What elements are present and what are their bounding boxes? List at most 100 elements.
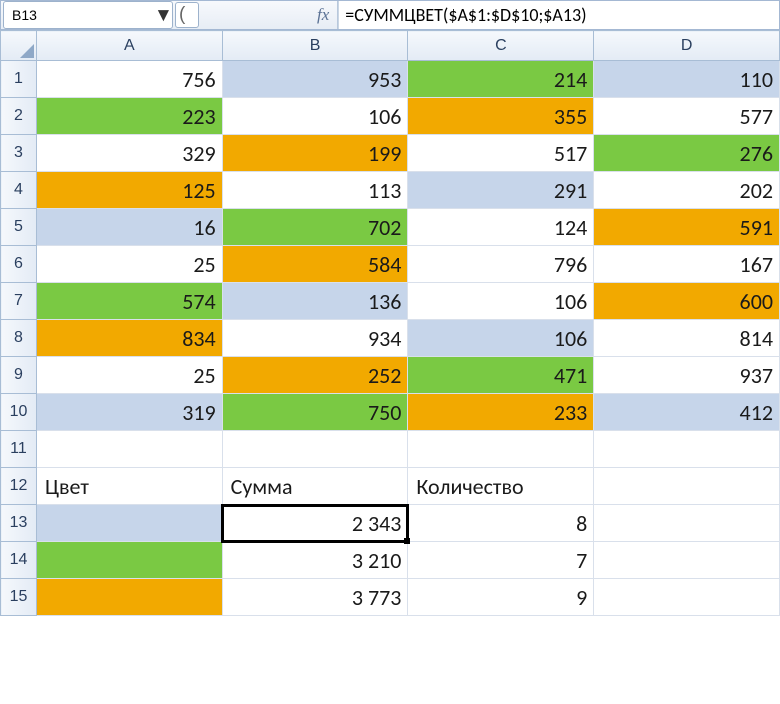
cell[interactable]: 106 (408, 320, 594, 357)
cell[interactable]: 199 (222, 135, 408, 172)
cell[interactable]: 3 773 (222, 579, 408, 616)
cell[interactable]: 214 (408, 61, 594, 98)
cell[interactable]: Количество (408, 468, 594, 505)
table-row: 12ЦветСуммаКоличество (1, 468, 780, 505)
cell[interactable]: 167 (594, 246, 780, 283)
cell[interactable]: 136 (222, 283, 408, 320)
table-row: 2223106355577 (1, 98, 780, 135)
cell[interactable] (36, 431, 222, 468)
cell[interactable]: 25 (36, 246, 222, 283)
row-header[interactable]: 6 (1, 246, 37, 283)
column-header[interactable]: B (222, 31, 408, 61)
formula-text: =СУММЦВЕТ($A$1:$D$10;$A13) (345, 4, 586, 26)
cell[interactable]: 584 (222, 246, 408, 283)
cell[interactable]: 796 (408, 246, 594, 283)
table-row: 1756953214110 (1, 61, 780, 98)
cell[interactable] (594, 468, 780, 505)
table-row: 10319750233412 (1, 394, 780, 431)
cell[interactable]: Цвет (36, 468, 222, 505)
row-header[interactable]: 7 (1, 283, 37, 320)
cell[interactable]: 125 (36, 172, 222, 209)
table-row: 3329199517276 (1, 135, 780, 172)
row-header[interactable]: 12 (1, 468, 37, 505)
cell[interactable]: 202 (594, 172, 780, 209)
row-header[interactable]: 9 (1, 357, 37, 394)
name-box[interactable]: B13 ▼ (3, 1, 173, 29)
cell[interactable]: 750 (222, 394, 408, 431)
column-header[interactable]: A (36, 31, 222, 61)
cell[interactable]: 2 343 (222, 505, 408, 542)
table-row: 15 3 7739 (1, 579, 780, 616)
cell[interactable]: 756 (36, 61, 222, 98)
cell[interactable]: 937 (594, 357, 780, 394)
row-header[interactable]: 8 (1, 320, 37, 357)
chevron-down-icon[interactable]: ▼ (154, 4, 172, 27)
expand-formula-icon[interactable]: ( (175, 2, 199, 28)
cell[interactable]: 106 (408, 283, 594, 320)
cell[interactable]: 16 (36, 209, 222, 246)
cell[interactable]: 834 (36, 320, 222, 357)
cell[interactable]: 252 (222, 357, 408, 394)
cell[interactable]: 577 (594, 98, 780, 135)
cell[interactable]: 574 (36, 283, 222, 320)
spreadsheet-grid[interactable]: ABCD 17569532141102223106355577332919951… (0, 30, 780, 616)
cell[interactable]: 124 (408, 209, 594, 246)
fx-icon[interactable]: fx (309, 1, 338, 29)
cell[interactable]: 412 (594, 394, 780, 431)
cell[interactable]: 329 (36, 135, 222, 172)
cell[interactable] (222, 431, 408, 468)
table-row: 4125113291202 (1, 172, 780, 209)
row-header[interactable]: 13 (1, 505, 37, 542)
cell[interactable]: 8 (408, 505, 594, 542)
cell[interactable]: 934 (222, 320, 408, 357)
table-row: 11 (1, 431, 780, 468)
cell[interactable] (36, 579, 222, 616)
row-header[interactable]: 5 (1, 209, 37, 246)
cell[interactable] (594, 579, 780, 616)
cell[interactable]: 110 (594, 61, 780, 98)
row-header[interactable]: 10 (1, 394, 37, 431)
cell[interactable]: 953 (222, 61, 408, 98)
row-header[interactable]: 3 (1, 135, 37, 172)
cell[interactable]: 319 (36, 394, 222, 431)
row-header[interactable]: 14 (1, 542, 37, 579)
row-header[interactable]: 15 (1, 579, 37, 616)
cell[interactable]: 814 (594, 320, 780, 357)
cell[interactable] (594, 505, 780, 542)
cell[interactable]: 591 (594, 209, 780, 246)
cell[interactable] (594, 431, 780, 468)
formula-input[interactable]: =СУММЦВЕТ($A$1:$D$10;$A13) (338, 1, 779, 29)
cell[interactable]: 291 (408, 172, 594, 209)
cell[interactable]: 517 (408, 135, 594, 172)
cell[interactable]: 223 (36, 98, 222, 135)
row-header[interactable]: 1 (1, 61, 37, 98)
cell[interactable] (36, 505, 222, 542)
cell[interactable]: 355 (408, 98, 594, 135)
cell[interactable] (408, 431, 594, 468)
cell[interactable]: 276 (594, 135, 780, 172)
cell[interactable]: 233 (408, 394, 594, 431)
select-all-corner[interactable] (1, 31, 37, 61)
column-header[interactable]: C (408, 31, 594, 61)
row-header[interactable]: 4 (1, 172, 37, 209)
cell[interactable]: 702 (222, 209, 408, 246)
cell[interactable]: 7 (408, 542, 594, 579)
column-header[interactable]: D (594, 31, 780, 61)
column-header-row: ABCD (1, 31, 780, 61)
cell[interactable] (36, 542, 222, 579)
row-header[interactable]: 11 (1, 431, 37, 468)
name-box-value: B13 (12, 7, 154, 23)
table-row: 925252471937 (1, 357, 780, 394)
cell[interactable]: 25 (36, 357, 222, 394)
cell[interactable]: 106 (222, 98, 408, 135)
row-header[interactable]: 2 (1, 98, 37, 135)
cell[interactable]: 9 (408, 579, 594, 616)
cell[interactable] (594, 542, 780, 579)
cell[interactable]: Сумма (222, 468, 408, 505)
cell[interactable]: 3 210 (222, 542, 408, 579)
table-row: 14 3 2107 (1, 542, 780, 579)
cell[interactable]: 600 (594, 283, 780, 320)
cell[interactable]: 471 (408, 357, 594, 394)
table-row: 13 2 3438 (1, 505, 780, 542)
cell[interactable]: 113 (222, 172, 408, 209)
